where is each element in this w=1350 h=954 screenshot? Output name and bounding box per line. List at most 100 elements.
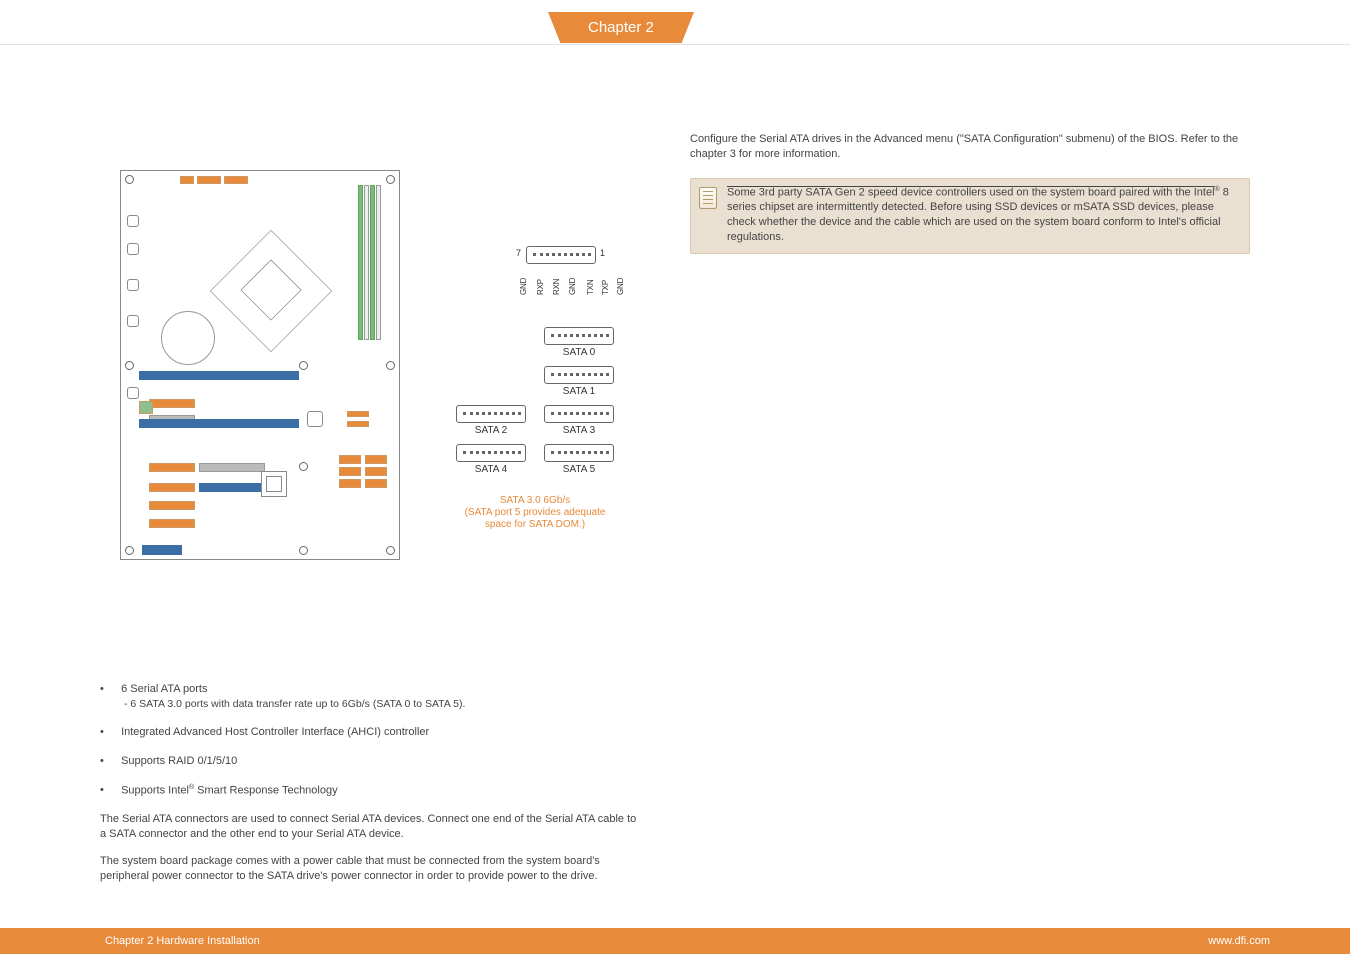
feature-item: Supports Intel® Smart Response Technolog… [100, 783, 640, 799]
dimm-slot [358, 185, 363, 340]
sata2-label: SATA 2 [451, 425, 531, 436]
cpu-die [240, 259, 301, 320]
header [224, 176, 248, 184]
motherboard-outline [120, 170, 400, 560]
header [347, 421, 369, 427]
slot [149, 399, 195, 408]
feature-item: Supports RAID 0/1/5/10 [100, 754, 640, 769]
rear-io [127, 315, 139, 327]
sata1-label: SATA 1 [539, 386, 619, 397]
mount-hole [299, 462, 308, 471]
note-box: Some 3rd party SATA Gen 2 speed device c… [690, 178, 1250, 254]
page-footer: Chapter 2 Hardware Installation www.dfi.… [0, 928, 1350, 954]
header [180, 176, 194, 184]
pin-label: TXN [586, 280, 595, 295]
header [339, 455, 361, 464]
dimm-slot [364, 185, 369, 340]
header [365, 455, 387, 464]
header [347, 411, 369, 417]
pch-outline [261, 471, 287, 497]
cpu-socket [210, 230, 332, 352]
pch-die [266, 476, 282, 492]
body-paragraph: The Serial ATA connectors are used to co… [100, 812, 640, 842]
footer-left: Chapter 2 Hardware Installation [105, 935, 260, 947]
note-icon [699, 187, 717, 209]
feature-text-a: Supports Intel [121, 784, 189, 796]
sata-ports-callout: . SATA 0 . SATA 1 SATA 2 [420, 325, 650, 531]
sata4-label: SATA 4 [451, 464, 531, 475]
chapter-tab-label: Chapter 2 [588, 19, 654, 36]
header [197, 176, 221, 184]
slot [149, 463, 195, 472]
pcie-slot [139, 419, 299, 428]
dimm-slot [370, 185, 375, 340]
pin-label: RXN [552, 279, 561, 295]
feature-text: Supports RAID 0/1/5/10 [121, 755, 237, 767]
left-column: 7 1 GND RXP RXN GND TXN TXP GND . [100, 140, 660, 884]
slot [199, 483, 265, 492]
rear-io [127, 279, 139, 291]
pin-right-num: 1 [600, 248, 605, 258]
header [365, 467, 387, 476]
sata-connector-detail [526, 246, 596, 264]
pin-left-num: 7 [516, 248, 521, 258]
sata-note-l2: (SATA port 5 provides adequate [420, 507, 650, 519]
sata5-label: SATA 5 [539, 464, 619, 475]
sata5-connector [544, 444, 614, 462]
mount-hole [125, 546, 134, 555]
sata4-connector [456, 444, 526, 462]
note-text-a: Some 3rd party SATA Gen 2 speed device c… [727, 186, 1215, 198]
sata3-connector [544, 405, 614, 423]
pcie-slot [139, 371, 299, 380]
feature-text: Integrated Advanced Host Controller Inte… [121, 726, 429, 738]
mount-hole [299, 546, 308, 555]
sata1-connector [544, 366, 614, 384]
mount-hole [386, 546, 395, 555]
rear-io [127, 387, 139, 399]
rear-io [127, 243, 139, 255]
sata-note-l3: space for SATA DOM.) [420, 519, 650, 531]
slot [149, 519, 195, 528]
slot [149, 501, 195, 510]
sata2-connector [456, 405, 526, 423]
header [339, 467, 361, 476]
feature-text: 6 Serial ATA ports [121, 683, 207, 695]
feature-item: Integrated Advanced Host Controller Inte… [100, 725, 640, 740]
feature-item: 6 Serial ATA ports - 6 SATA 3.0 ports wi… [100, 682, 640, 711]
front-header [142, 545, 182, 555]
mount-hole [386, 361, 395, 370]
mount-hole [299, 361, 308, 370]
slot [149, 483, 195, 492]
footer-right: www.dfi.com [1208, 935, 1270, 947]
mount-hole [386, 175, 395, 184]
right-column: Configure the Serial ATA drives in the A… [690, 132, 1250, 254]
bios-config-paragraph: Configure the Serial ATA drives in the A… [690, 132, 1250, 162]
rear-io [127, 215, 139, 227]
sata0-label: SATA 0 [539, 347, 619, 358]
mount-hole [125, 175, 134, 184]
sata-pinout-callout: 7 1 GND RXP RXN GND TXN TXP GND [430, 246, 640, 306]
pin-label: GND [519, 278, 528, 295]
pin-label: RXP [536, 279, 545, 295]
header [365, 479, 387, 488]
body-paragraph: The system board package comes with a po… [100, 854, 640, 884]
slot [199, 463, 265, 472]
dimm-slot [376, 185, 381, 340]
sata3-label: SATA 3 [539, 425, 619, 436]
sata-note-l1: SATA 3.0 6Gb/s [420, 495, 650, 507]
header [139, 401, 153, 414]
pin-label: GND [616, 278, 625, 295]
mount-hole [125, 361, 134, 370]
sata-note: SATA 3.0 6Gb/s (SATA port 5 provides ade… [420, 495, 650, 531]
header [339, 479, 361, 488]
board-diagram: 7 1 GND RXP RXN GND TXN TXP GND . [100, 140, 640, 570]
feature-list: 6 Serial ATA ports - 6 SATA 3.0 ports wi… [100, 682, 640, 884]
sata0-connector [544, 327, 614, 345]
pin-label: TXP [601, 280, 610, 295]
feature-text-b: Smart Response Technology [194, 784, 338, 796]
battery [161, 311, 215, 365]
chapter-tab: Chapter 2 [560, 12, 682, 43]
feature-subtext: - 6 SATA 3.0 ports with data transfer ra… [124, 697, 640, 711]
header-rule [0, 44, 1350, 45]
ic [307, 411, 323, 427]
